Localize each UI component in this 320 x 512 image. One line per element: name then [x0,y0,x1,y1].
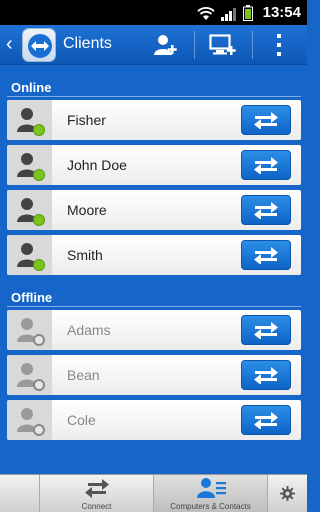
contact-name: John Doe [67,157,127,173]
contact-avatar-icon [7,145,52,185]
separator [252,31,253,59]
connect-button[interactable] [241,405,291,435]
offline-status-icon [33,379,45,391]
divider [7,306,301,307]
connect-arrows-icon [254,247,278,264]
tab-computers-contacts[interactable]: Computers & Contacts [154,475,268,512]
connect-button[interactable] [241,240,291,270]
more-vertical-icon [277,34,281,56]
add-contact-button[interactable] [150,25,182,65]
connect-icon [85,479,109,498]
connect-arrows-icon [254,112,278,129]
connect-button[interactable] [241,105,291,135]
online-status-icon [33,169,45,181]
list-item[interactable]: Moore [7,190,301,230]
contact-avatar-icon [7,190,52,230]
list-item[interactable]: John Doe [7,145,301,185]
connect-button[interactable] [241,315,291,345]
battery-icon [243,5,253,21]
contact-avatar-icon [7,310,52,350]
offline-status-icon [33,424,45,436]
add-computer-icon [209,34,236,55]
contact-name: Cole [67,412,96,428]
connect-button[interactable] [241,360,291,390]
action-bar: ‹ Clients [0,25,307,65]
offline-section-label: Offline [11,290,53,305]
list-item[interactable]: Fisher [7,100,301,140]
connect-arrows-icon [254,322,278,339]
bottom-nav: Connect Computers & Contacts [0,474,307,512]
list-item[interactable]: Adams [7,310,301,350]
contacts-icon [197,478,226,498]
clock: 13:54 [262,4,301,21]
contact-avatar-icon [7,400,52,440]
tab-contacts-label: Computers & Contacts [170,502,251,511]
contact-name: Adams [67,322,111,338]
connect-button[interactable] [241,195,291,225]
online-status-icon [33,214,45,226]
status-bar: 13:54 [0,0,307,25]
connect-arrows-icon [254,157,278,174]
contact-avatar-icon [7,235,52,275]
contact-name: Fisher [67,112,106,128]
back-icon[interactable]: ‹ [6,34,13,54]
contact-avatar-icon [7,355,52,395]
teamviewer-logo[interactable] [22,28,56,62]
divider [7,96,301,97]
list-item[interactable]: Cole [7,400,301,440]
add-contact-icon [154,35,177,55]
contact-name: Smith [67,247,103,263]
connect-arrows-icon [254,202,278,219]
contact-name: Moore [67,202,107,218]
tab-connect[interactable]: Connect [40,475,154,512]
page-title: Clients [63,35,112,52]
add-computer-button[interactable] [205,25,241,65]
nav-spacer [0,475,40,512]
signal-icon [221,7,237,21]
connect-arrows-icon [254,367,278,384]
overflow-menu-button[interactable] [264,25,294,65]
offline-status-icon [33,334,45,346]
settings-button[interactable] [268,475,307,512]
contact-name: Bean [67,367,100,383]
online-section-label: Online [11,80,52,95]
gear-icon [280,486,295,501]
online-status-icon [33,259,45,271]
contact-avatar-icon [7,100,52,140]
list-item[interactable]: Bean [7,355,301,395]
connect-button[interactable] [241,150,291,180]
separator [194,31,195,59]
online-status-icon [33,124,45,136]
connect-arrows-icon [254,412,278,429]
wifi-icon [197,7,215,21]
list-item[interactable]: Smith [7,235,301,275]
tab-connect-label: Connect [81,502,112,511]
